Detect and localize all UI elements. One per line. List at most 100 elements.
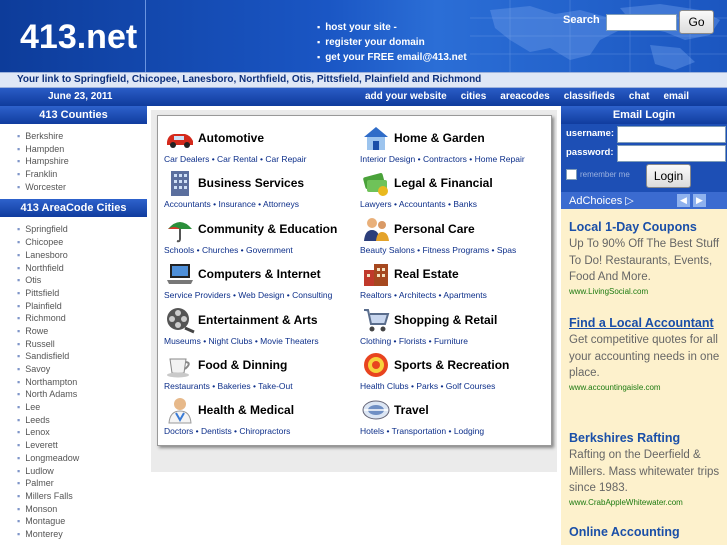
city-link[interactable]: Northampton <box>17 376 147 389</box>
nav-link-email[interactable]: email <box>663 91 689 102</box>
category-subcategories[interactable]: Interior Design • Contractors • Home Rep… <box>360 154 525 164</box>
category-item[interactable]: Health & Medical Doctors • Dentists • Chi… <box>161 393 361 437</box>
category-title[interactable]: Entertainment & Arts <box>198 313 318 327</box>
nav-link-areacodes[interactable]: areacodes <box>500 91 549 102</box>
category-subcategories[interactable]: Health Clubs • Parks • Golf Courses <box>360 381 495 391</box>
category-title[interactable]: Travel <box>394 403 429 417</box>
city-link[interactable]: Plainfield <box>17 300 147 313</box>
ad-item[interactable]: Local 1-Day Coupons Up To 90% Off The Be… <box>569 218 724 298</box>
county-link[interactable]: Hampshire <box>17 155 147 168</box>
category-title[interactable]: Automotive <box>198 131 264 145</box>
city-link[interactable]: Millers Falls <box>17 490 147 503</box>
ad-next-icon[interactable]: ▶ <box>693 194 706 207</box>
category-title[interactable]: Business Services <box>198 176 304 190</box>
category-title[interactable]: Real Estate <box>394 267 459 281</box>
ad-title[interactable]: Find a Local Accountant <box>569 314 724 332</box>
city-link[interactable]: Palmer <box>17 477 147 490</box>
city-link[interactable]: Pittsfield <box>17 287 147 300</box>
promo-host-link[interactable]: host your site - <box>317 20 467 35</box>
category-title[interactable]: Legal & Financial <box>394 176 493 190</box>
ad-url[interactable]: www.LivingSocial.com <box>569 286 724 298</box>
category-item[interactable]: Personal Care Beauty Salons • Fitness Pro… <box>357 212 557 256</box>
site-logo[interactable]: 413.net <box>20 18 137 57</box>
ad-item[interactable]: Online Accounting <box>569 523 724 541</box>
category-item[interactable]: Computers & Internet Service Providers • … <box>161 257 361 301</box>
category-item[interactable]: Food & Dinning Restaurants • Bakeries • T… <box>161 348 361 392</box>
ad-title[interactable]: Online Accounting <box>569 523 724 541</box>
promo-domain-link[interactable]: register your domain <box>317 35 467 50</box>
category-item[interactable]: Travel Hotels • Transportation • Lodging <box>357 393 557 437</box>
city-link[interactable]: North Adams <box>17 388 147 401</box>
county-link[interactable]: Berkshire <box>17 130 147 143</box>
category-subcategories[interactable]: Beauty Salons • Fitness Programs • Spas <box>360 245 516 255</box>
login-button[interactable]: Login <box>646 164 691 188</box>
category-item[interactable]: Business Services Accountants • Insurance… <box>161 166 361 210</box>
category-title[interactable]: Home & Garden <box>394 131 485 145</box>
category-item[interactable]: Real Estate Realtors • Architects • Apart… <box>357 257 557 301</box>
city-link[interactable]: Springfield <box>17 223 147 236</box>
category-subcategories[interactable]: Accountants • Insurance • Attorneys <box>164 199 299 209</box>
category-item[interactable]: Community & Education Schools • Churches … <box>161 212 361 256</box>
ad-title[interactable]: Local 1-Day Coupons <box>569 218 724 236</box>
category-title[interactable]: Health & Medical <box>198 403 294 417</box>
city-link[interactable]: Savoy <box>17 363 147 376</box>
ad-url[interactable]: www.accountingaisle.com <box>569 382 724 394</box>
category-title[interactable]: Sports & Recreation <box>394 358 509 372</box>
ad-title[interactable]: Berkshires Rafting <box>569 429 724 447</box>
city-link[interactable]: Lenox <box>17 426 147 439</box>
category-subcategories[interactable]: Doctors • Dentists • Chiropractors <box>164 426 290 436</box>
username-input[interactable] <box>617 126 726 143</box>
category-item[interactable]: Sports & Recreation Health Clubs • Parks … <box>357 348 557 392</box>
ad-item[interactable]: Find a Local Accountant Get competitive … <box>569 314 724 394</box>
city-link[interactable]: Lanesboro <box>17 249 147 262</box>
city-link[interactable]: Russell <box>17 338 147 351</box>
county-link[interactable]: Worcester <box>17 181 147 194</box>
nav-link-add-website[interactable]: add your website <box>365 91 447 102</box>
category-item[interactable]: Shopping & Retail Clothing • Florists • F… <box>357 303 557 347</box>
nav-link-classifieds[interactable]: classifieds <box>564 91 615 102</box>
category-item[interactable]: Home & Garden Interior Design • Contracto… <box>357 121 557 165</box>
city-link[interactable]: Northfield <box>17 262 147 275</box>
city-link[interactable]: Sandisfield <box>17 350 147 363</box>
category-subcategories[interactable]: Museums • Night Clubs • Movie Theaters <box>164 336 319 346</box>
city-link[interactable]: Longmeadow <box>17 452 147 465</box>
category-item[interactable]: Legal & Financial Lawyers • Accountants •… <box>357 166 557 210</box>
category-title[interactable]: Personal Care <box>394 222 475 236</box>
city-link[interactable]: Rowe <box>17 325 147 338</box>
city-link[interactable]: Leverett <box>17 439 147 452</box>
city-link[interactable]: Monterey <box>17 528 147 541</box>
nav-link-chat[interactable]: chat <box>629 91 650 102</box>
city-link[interactable]: Chicopee <box>17 236 147 249</box>
go-button[interactable]: Go <box>679 10 714 34</box>
city-link[interactable]: Richmond <box>17 312 147 325</box>
ad-item[interactable]: Berkshires Rafting Rafting on the Deerfi… <box>569 429 724 509</box>
category-subcategories[interactable]: Service Providers • Web Design • Consult… <box>164 290 332 300</box>
category-title[interactable]: Shopping & Retail <box>394 313 497 327</box>
category-subcategories[interactable]: Restaurants • Bakeries • Take-Out <box>164 381 293 391</box>
category-title[interactable]: Food & Dinning <box>198 358 287 372</box>
city-link[interactable]: Lee <box>17 401 147 414</box>
adchoices-link[interactable]: AdChoices ▷ <box>569 194 634 207</box>
city-link[interactable]: Ludlow <box>17 465 147 478</box>
category-item[interactable]: Entertainment & Arts Museums • Night Club… <box>161 303 361 347</box>
category-subcategories[interactable]: Car Dealers • Car Rental • Car Repair <box>164 154 306 164</box>
county-link[interactable]: Franklin <box>17 168 147 181</box>
search-input[interactable] <box>606 14 677 31</box>
category-title[interactable]: Computers & Internet <box>198 267 321 281</box>
category-subcategories[interactable]: Clothing • Florists • Furniture <box>360 336 468 346</box>
city-link[interactable]: Otis <box>17 274 147 287</box>
promo-email-link[interactable]: get your FREE email@413.net <box>317 50 466 65</box>
password-input[interactable] <box>617 145 726 162</box>
category-subcategories[interactable]: Hotels • Transportation • Lodging <box>360 426 484 436</box>
remember-me-checkbox[interactable] <box>566 169 577 180</box>
category-subcategories[interactable]: Lawyers • Accountants • Banks <box>360 199 477 209</box>
ad-url[interactable]: www.CrabAppleWhitewater.com <box>569 497 724 509</box>
county-link[interactable]: Hampden <box>17 143 147 156</box>
category-subcategories[interactable]: Schools • Churches • Government <box>164 245 293 255</box>
ad-prev-icon[interactable]: ◀ <box>677 194 690 207</box>
category-title[interactable]: Community & Education <box>198 222 337 236</box>
category-item[interactable]: Automotive Car Dealers • Car Rental • Car… <box>161 121 361 165</box>
city-link[interactable]: Montague <box>17 515 147 528</box>
city-link[interactable]: Leeds <box>17 414 147 427</box>
city-link[interactable]: Monson <box>17 503 147 516</box>
